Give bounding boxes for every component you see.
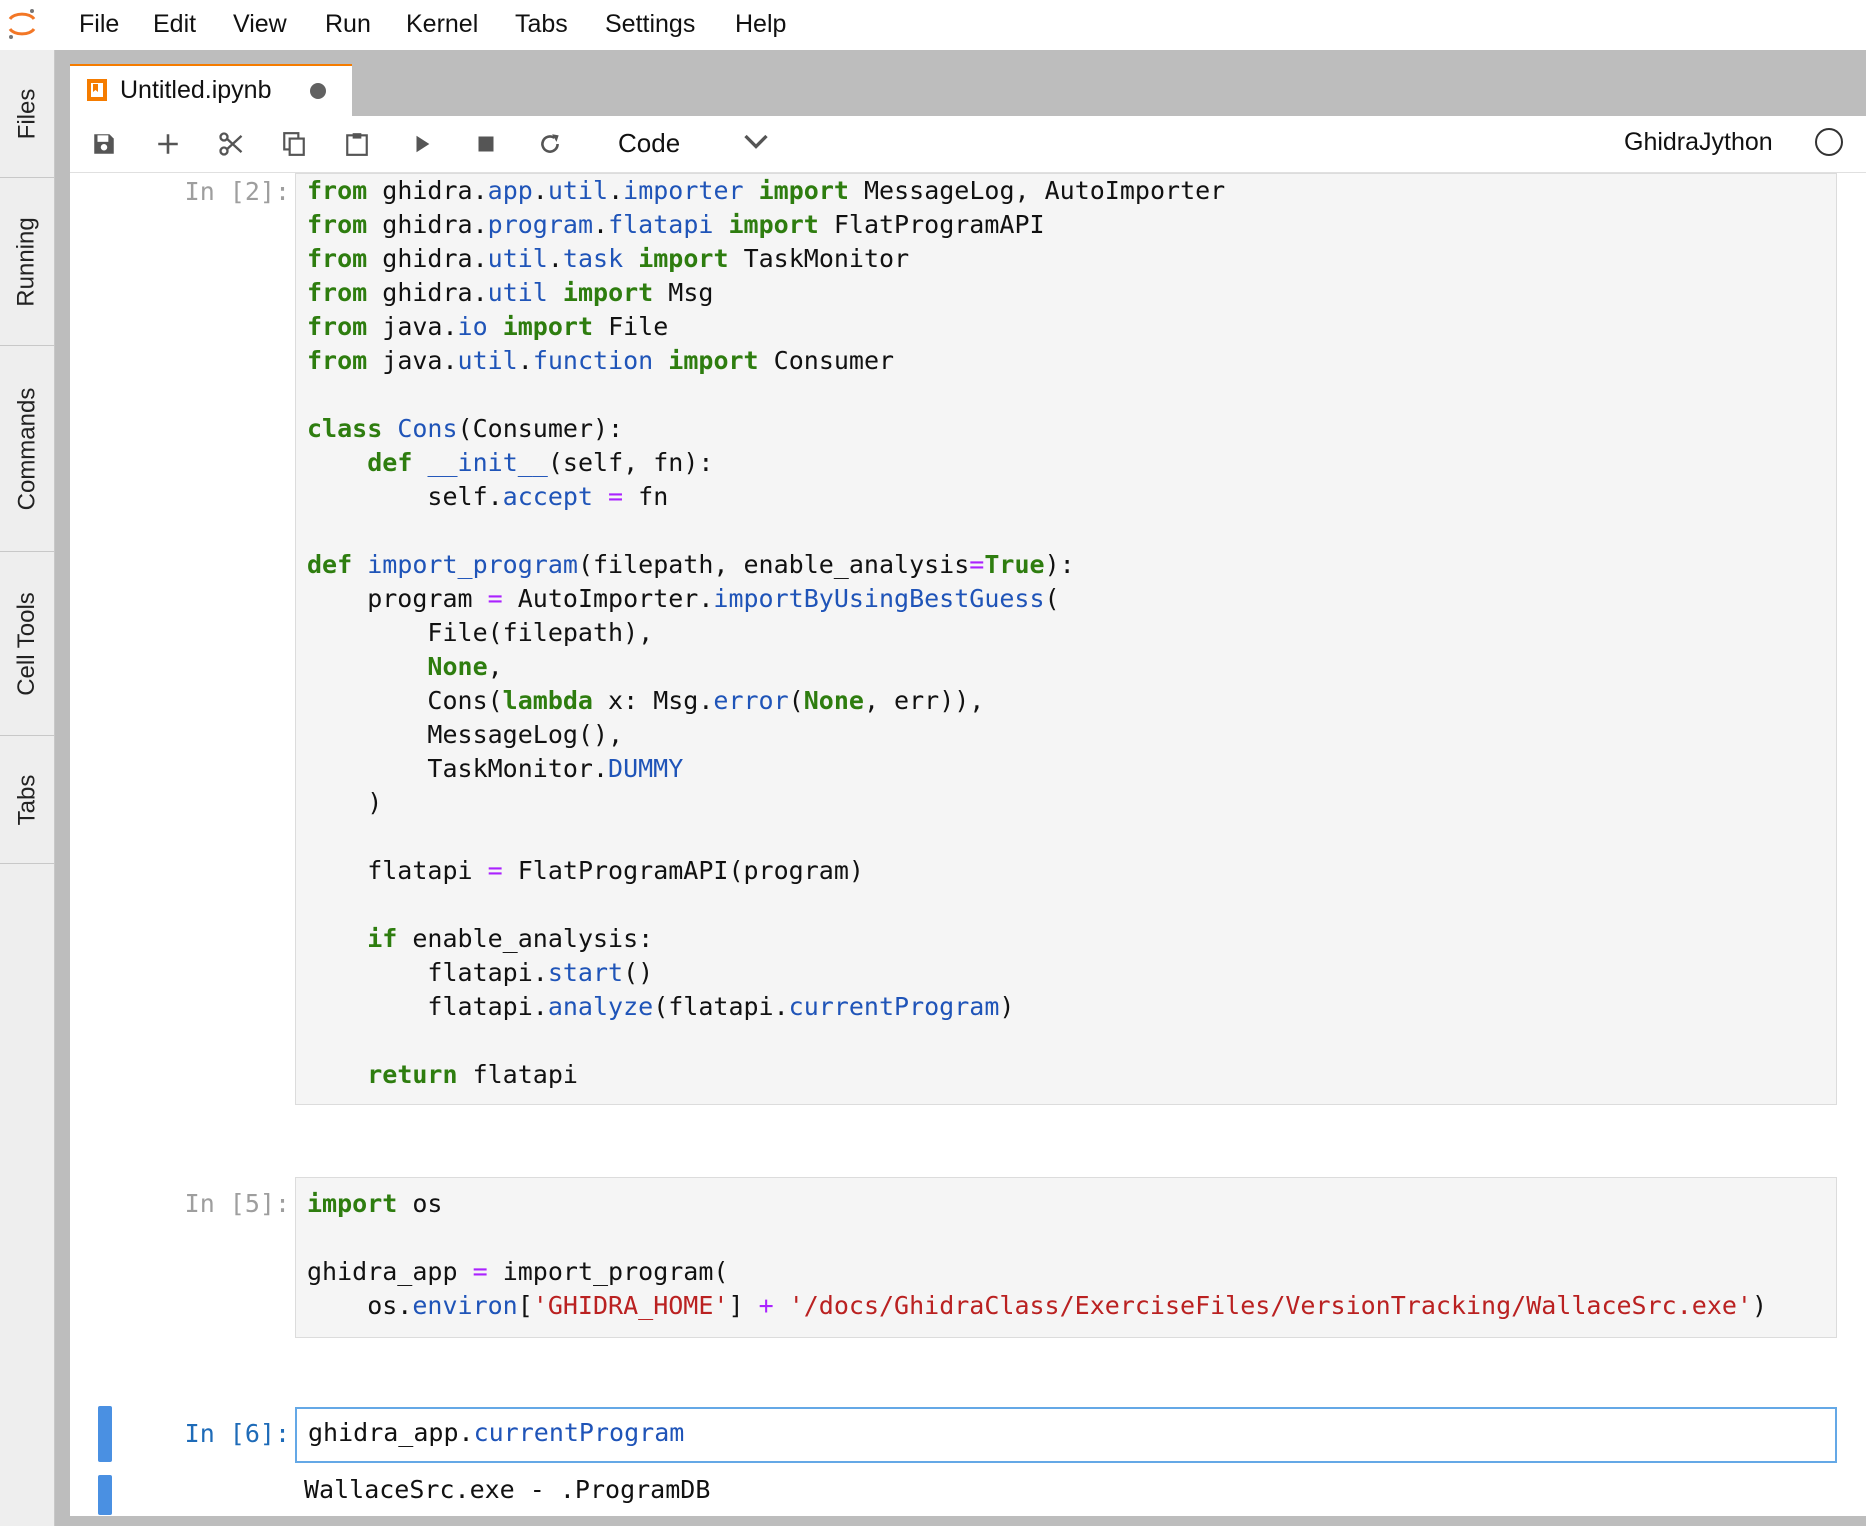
cell-code[interactable]: from ghidra.app.util.importer import Mes… xyxy=(307,174,1225,1092)
jupyter-logo-icon[interactable] xyxy=(4,6,40,42)
cell-editor[interactable]: ghidra_app.currentProgram xyxy=(295,1407,1837,1463)
restart-kernel-button[interactable] xyxy=(532,126,568,162)
cell-prompt: In [2]: xyxy=(184,177,290,206)
kernel-name[interactable]: GhidraJython xyxy=(1624,128,1773,157)
add-icon xyxy=(158,134,178,154)
cut-icon xyxy=(219,132,243,156)
cell-type-select[interactable]: Code xyxy=(618,128,680,159)
menu-tabs[interactable]: Tabs xyxy=(515,10,568,39)
tab-untitled-notebook[interactable]: Untitled.ipynb xyxy=(70,64,352,118)
sidebar-tab-label: Cell Tools xyxy=(13,591,41,696)
sidebar-tab-cell-tools[interactable]: Cell Tools xyxy=(0,552,54,736)
insert-cell-button[interactable] xyxy=(150,126,186,162)
notebook-icon xyxy=(87,79,107,101)
sidebar-tab-running[interactable]: Running xyxy=(0,178,54,346)
kernel-status-icon xyxy=(1815,128,1843,156)
menu-kernel[interactable]: Kernel xyxy=(406,10,478,39)
cell-code[interactable]: import os ghidra_app = import_program( o… xyxy=(307,1187,1767,1323)
menu-file[interactable]: File xyxy=(79,10,119,39)
menu-edit[interactable]: Edit xyxy=(153,10,196,39)
tab-title: Untitled.ipynb xyxy=(120,76,272,104)
paste-button[interactable] xyxy=(339,126,375,162)
output-collapser[interactable] xyxy=(98,1475,112,1515)
sidebar-tab-label: Commands xyxy=(13,387,40,510)
paste-icon xyxy=(346,133,368,156)
sidebar-tab-commands[interactable]: Commands xyxy=(0,346,54,552)
run-cell-button[interactable] xyxy=(404,126,440,162)
notebook-panel[interactable]: In [2]: from ghidra.app.util.importer im… xyxy=(70,173,1866,1516)
sidebar-tab-files[interactable]: Files xyxy=(0,50,54,178)
sidebar-tab-label: Tabs xyxy=(12,774,40,825)
cell-output: WallaceSrc.exe - .ProgramDB xyxy=(304,1475,711,1504)
sidebar-tab-label: Files xyxy=(12,88,40,139)
cell-prompt: In [5]: xyxy=(184,1189,290,1218)
cut-button[interactable] xyxy=(213,126,249,162)
cell-prompt: In [6]: xyxy=(184,1419,290,1448)
stop-icon xyxy=(478,136,494,152)
unsaved-indicator[interactable] xyxy=(310,83,326,99)
interrupt-kernel-button[interactable] xyxy=(468,126,504,162)
chevron-down-icon[interactable] xyxy=(738,124,774,160)
cell-editor[interactable]: from ghidra.app.util.importer import Mes… xyxy=(295,173,1837,1105)
run-icon xyxy=(416,135,430,153)
sidebar-tab-tabs[interactable]: Tabs xyxy=(0,736,54,864)
save-button[interactable] xyxy=(86,126,122,162)
copy-button[interactable] xyxy=(276,126,312,162)
cell-code[interactable]: ghidra_app.currentProgram xyxy=(308,1416,684,1450)
menu-bar: File Edit View Run Kernel Tabs Settings … xyxy=(0,0,1866,50)
menu-settings[interactable]: Settings xyxy=(605,10,695,39)
restart-icon xyxy=(541,134,559,153)
sidebar-tab-label: Running xyxy=(13,216,40,307)
cell-editor[interactable]: import os ghidra_app = import_program( o… xyxy=(295,1177,1837,1338)
notebook-toolbar: Code GhidraJython xyxy=(70,116,1866,173)
menu-view[interactable]: View xyxy=(233,10,287,39)
save-icon xyxy=(94,134,114,154)
left-sidebar: Files Running Commands Cell Tools Tabs xyxy=(0,50,55,1526)
copy-icon xyxy=(283,132,305,156)
menu-help[interactable]: Help xyxy=(735,10,786,39)
menu-run[interactable]: Run xyxy=(325,10,371,39)
